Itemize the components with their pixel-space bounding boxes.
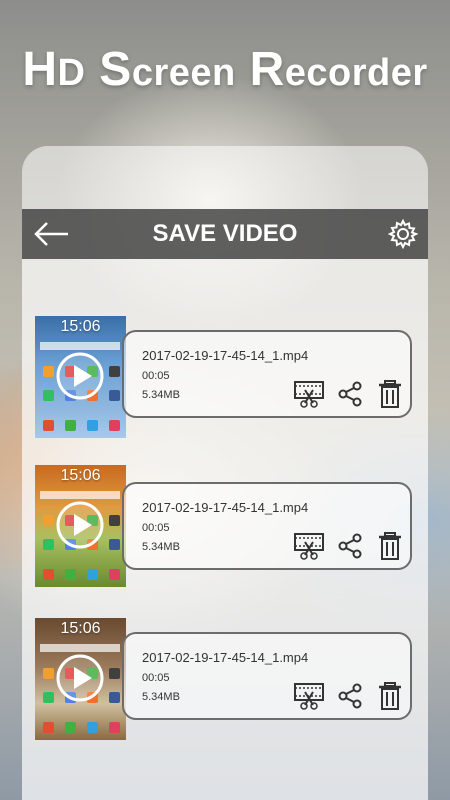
app-icon xyxy=(87,722,98,733)
thumbnail-search-bar xyxy=(40,491,120,499)
app-icon xyxy=(43,420,54,431)
share-icon[interactable] xyxy=(336,682,364,710)
app-icon xyxy=(43,722,54,733)
app-icon xyxy=(43,668,54,679)
video-item[interactable]: 2017-02-19-17-45-14_1.mp4 00:05 5.34MB xyxy=(122,482,412,570)
video-filename: 2017-02-19-17-45-14_1.mp4 xyxy=(142,650,309,665)
app-title: HD Screen Recorder xyxy=(0,42,450,97)
video-item[interactable]: 2017-02-19-17-45-14_1.mp4 00:05 5.34MB xyxy=(122,632,412,720)
app-icon xyxy=(87,569,98,580)
app-icon xyxy=(43,692,54,703)
app-icon xyxy=(109,569,120,580)
video-size: 5.34MB xyxy=(142,389,180,401)
app-icon xyxy=(87,420,98,431)
app-icon xyxy=(65,722,76,733)
video-thumbnail[interactable]: 15:06 xyxy=(35,618,126,740)
trash-icon[interactable] xyxy=(376,380,404,408)
film-scissors-icon[interactable] xyxy=(294,682,324,710)
video-filename: 2017-02-19-17-45-14_1.mp4 xyxy=(142,500,309,515)
app-icon xyxy=(109,366,120,377)
thumbnail-clock: 15:06 xyxy=(60,620,101,637)
toolbar: SAVE VIDEO xyxy=(22,209,428,259)
app-icon xyxy=(109,668,120,679)
app-icon xyxy=(43,366,54,377)
play-icon[interactable] xyxy=(55,653,105,703)
app-icon xyxy=(109,515,120,526)
play-icon[interactable] xyxy=(55,500,105,550)
app-icon xyxy=(109,692,120,703)
video-duration: 00:05 xyxy=(142,522,170,534)
app-icon xyxy=(43,569,54,580)
app-icon xyxy=(65,420,76,431)
share-icon[interactable] xyxy=(336,532,364,560)
page-title: SAVE VIDEO xyxy=(152,220,298,247)
app-icon xyxy=(43,539,54,550)
film-scissors-icon[interactable] xyxy=(294,380,324,408)
thumbnail-clock: 15:06 xyxy=(60,318,101,335)
title-letter-h: H xyxy=(22,43,58,96)
video-item[interactable]: 2017-02-19-17-45-14_1.mp4 00:05 5.34MB xyxy=(122,330,412,418)
app-icon xyxy=(109,420,120,431)
thumbnail-search-bar xyxy=(40,644,120,652)
thumbnail-search-bar xyxy=(40,342,120,350)
app-icon xyxy=(43,390,54,401)
film-scissors-icon[interactable] xyxy=(294,532,324,560)
title-word-creen: creen xyxy=(131,52,236,94)
title-word-ecorder: ecorder xyxy=(284,52,428,94)
app-icon xyxy=(43,515,54,526)
video-thumbnail[interactable]: 15:06 xyxy=(35,316,126,438)
video-duration: 00:05 xyxy=(142,672,170,684)
title-letter-d: D xyxy=(57,52,86,94)
trash-icon[interactable] xyxy=(376,682,404,710)
app-icon xyxy=(65,569,76,580)
share-icon[interactable] xyxy=(336,380,364,408)
gear-icon[interactable] xyxy=(387,218,419,250)
play-icon[interactable] xyxy=(55,351,105,401)
video-thumbnail[interactable]: 15:06 xyxy=(35,465,126,587)
title-letter-s: S xyxy=(85,43,132,96)
app-icon xyxy=(109,390,120,401)
thumbnail-clock: 15:06 xyxy=(60,467,101,484)
video-duration: 00:05 xyxy=(142,370,170,382)
app-icon xyxy=(109,539,120,550)
app-icon xyxy=(109,722,120,733)
trash-icon[interactable] xyxy=(376,532,404,560)
video-size: 5.34MB xyxy=(142,691,180,703)
title-letter-r: R xyxy=(235,43,285,96)
video-size: 5.34MB xyxy=(142,541,180,553)
video-filename: 2017-02-19-17-45-14_1.mp4 xyxy=(142,348,309,363)
